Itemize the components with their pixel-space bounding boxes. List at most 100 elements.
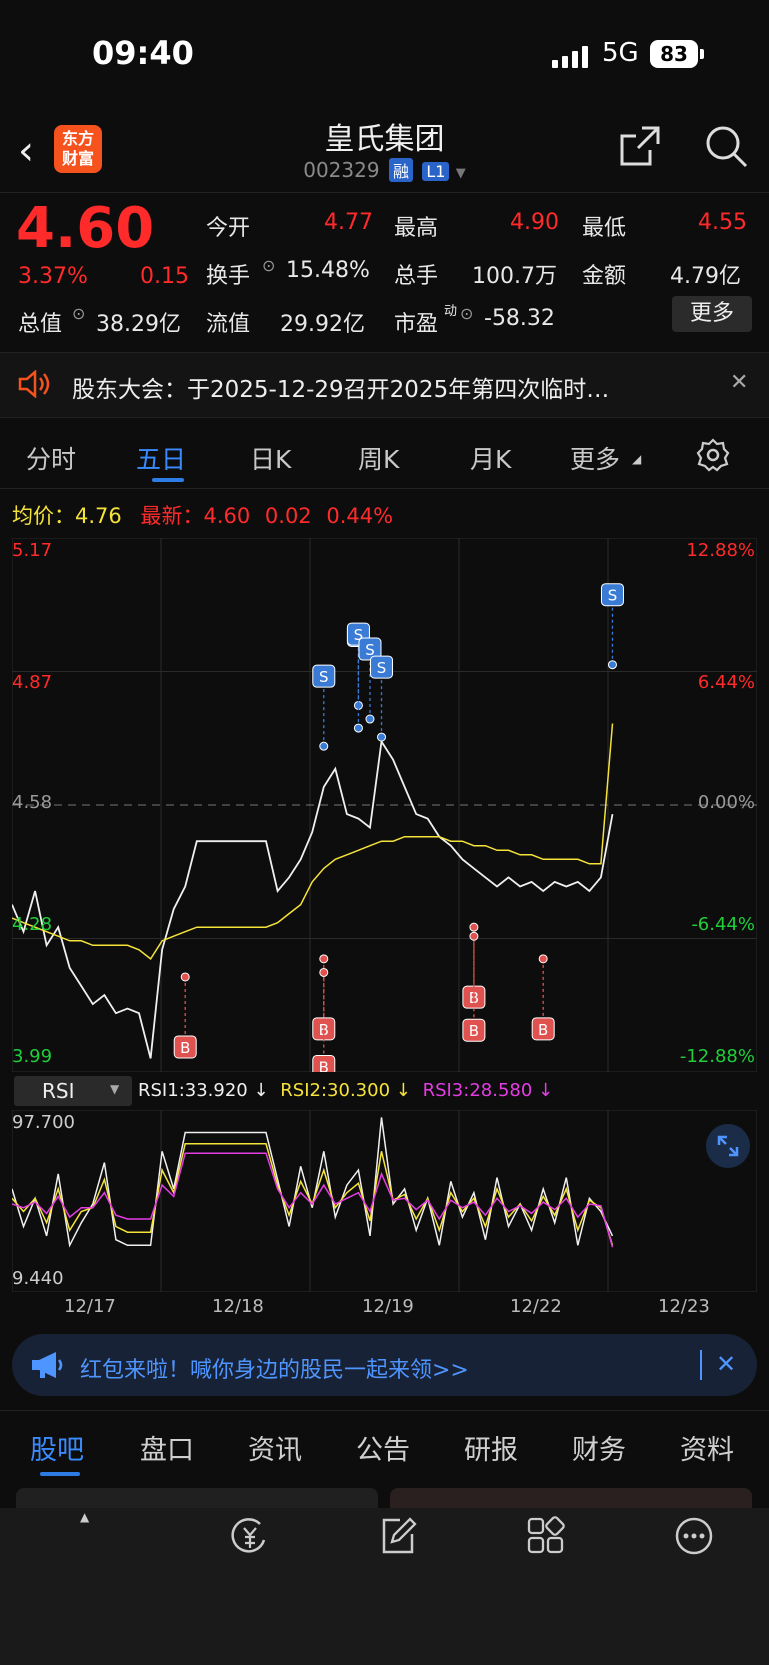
tab-finance[interactable]: 财务 xyxy=(572,1428,626,1467)
signal-dot xyxy=(365,714,375,724)
signal-dot xyxy=(180,972,190,982)
more-icon[interactable] xyxy=(674,1516,714,1556)
pe-sup: 动 xyxy=(444,304,458,319)
y-axis-pct-bottom: -12.88% xyxy=(679,1046,755,1067)
low-value: 4.55 xyxy=(698,210,747,235)
active-tab-indicator xyxy=(40,1472,80,1476)
marker-label: S xyxy=(319,668,329,686)
rsi-values: RSI1:33.920 ↓ RSI2:30.300 ↓ RSI3:28.580 … xyxy=(138,1080,553,1101)
battery-icon: 83 xyxy=(650,40,698,68)
settings-icon[interactable] xyxy=(696,438,730,472)
content-card[interactable] xyxy=(390,1488,752,1508)
info-icon[interactable]: ⊙ xyxy=(72,304,85,323)
marker-label: B xyxy=(319,1021,329,1039)
volume-value: 100.7万 xyxy=(472,264,557,289)
trade-icon[interactable] xyxy=(228,1516,272,1556)
marker-label: S xyxy=(377,659,387,677)
amount-value: 4.79亿 xyxy=(670,264,741,289)
tab-five-day[interactable]: 五日 xyxy=(136,440,186,476)
info-icon[interactable]: ⊙ xyxy=(460,304,473,323)
rsi-chart[interactable] xyxy=(12,1110,757,1292)
signal-dot xyxy=(469,931,479,941)
tab-weekly-k[interactable]: 周K xyxy=(358,440,399,476)
volume-label: 总手 xyxy=(394,264,439,289)
divider xyxy=(0,192,769,193)
signal-dot xyxy=(377,732,387,742)
signal-icon xyxy=(552,46,588,68)
pe-label: 市盈 xyxy=(394,312,439,337)
divider xyxy=(700,1350,702,1380)
change-amount: 0.15 xyxy=(140,264,189,289)
battery-tip xyxy=(700,49,704,59)
marker-label: B xyxy=(469,1022,479,1040)
close-icon[interactable]: ✕ xyxy=(716,1350,736,1378)
y-axis-tick-ref: 4.58 xyxy=(12,792,53,813)
y-axis-tick: 4.87 xyxy=(12,672,53,693)
high-value: 4.90 xyxy=(510,210,559,235)
active-tab-indicator xyxy=(152,478,184,482)
divider xyxy=(0,1410,769,1411)
chevron-down-icon: ▼ xyxy=(455,166,466,181)
tab-guba[interactable]: 股吧 xyxy=(30,1428,84,1467)
expand-icon xyxy=(717,1135,739,1157)
signal-dot xyxy=(319,954,329,964)
float-cap-label: 流值 xyxy=(206,312,251,337)
pe-value: -58.32 xyxy=(484,306,555,331)
tab-intraday[interactable]: 分时 xyxy=(26,440,76,476)
x-axis-date: 12/23 xyxy=(658,1296,710,1317)
signal-dot xyxy=(353,723,363,733)
marker-label: B xyxy=(180,1039,190,1057)
total-cap-label: 总值 xyxy=(18,312,63,337)
average-price-line xyxy=(12,723,614,961)
caret-up-icon[interactable]: ▲ xyxy=(80,1510,89,1524)
avg-value: 4.76 xyxy=(75,504,122,528)
y-axis-pct-ref: 0.00% xyxy=(697,792,755,813)
signal-dot xyxy=(319,741,329,751)
y-axis-pct-top: 12.88% xyxy=(686,540,755,561)
search-icon[interactable] xyxy=(704,124,748,168)
rsi-tick-top: 97.700 xyxy=(12,1112,75,1133)
tab-more[interactable]: 更多 xyxy=(570,440,620,476)
more-button[interactable]: 更多 xyxy=(672,296,752,332)
share-icon[interactable] xyxy=(618,124,662,168)
latest-change: 0.02 xyxy=(264,504,312,528)
rsi3-value: RSI3:28.580 ↓ xyxy=(422,1080,554,1101)
level-tag: L1 xyxy=(422,162,450,181)
divider xyxy=(0,488,769,489)
signal-dot xyxy=(607,660,617,670)
rsi2-value: RSI2:30.300 ↓ xyxy=(280,1080,411,1101)
close-icon[interactable]: ✕ xyxy=(730,370,748,395)
open-label: 今开 xyxy=(206,216,251,241)
rsi1-value: RSI1:33.920 ↓ xyxy=(138,1080,269,1101)
signal-dot xyxy=(538,954,548,964)
latest-percent: 0.44% xyxy=(326,504,394,528)
signal-dot xyxy=(469,922,479,932)
compose-icon[interactable] xyxy=(378,1516,418,1556)
indicator-select[interactable]: RSI ▼ xyxy=(14,1076,132,1106)
info-icon[interactable]: ⊙ xyxy=(262,256,275,275)
tab-daily-k[interactable]: 日K xyxy=(250,440,291,476)
expand-button[interactable] xyxy=(706,1124,750,1168)
content-card[interactable] xyxy=(16,1488,378,1508)
tab-pankou[interactable]: 盘口 xyxy=(140,1428,194,1467)
price-header: 均价：4.76 最新：4.60 0.02 0.44% xyxy=(12,500,393,530)
y-axis-tick-bottom: 3.99 xyxy=(12,1046,53,1067)
avg-label: 均价： xyxy=(12,504,75,528)
tab-profile[interactable]: 资料 xyxy=(680,1428,734,1467)
notice-text: 股东大会：于2025-12-29召开2025年第四次临时… xyxy=(72,377,610,403)
x-axis-date: 12/19 xyxy=(362,1296,414,1317)
grid-icon[interactable] xyxy=(526,1516,566,1556)
price-line xyxy=(12,739,614,1059)
tab-news[interactable]: 资讯 xyxy=(248,1428,302,1467)
caret-icon: ◢ xyxy=(632,452,642,466)
y-axis-tick-top: 5.17 xyxy=(12,540,53,561)
tab-research[interactable]: 研报 xyxy=(464,1428,518,1467)
y-axis-tick: 4.28 xyxy=(12,914,53,935)
network-type: 5G xyxy=(602,38,639,68)
price-chart[interactable]: SSSSSSBBBBBB xyxy=(12,538,757,1072)
marker-label: B xyxy=(319,1058,329,1072)
tab-announcement[interactable]: 公告 xyxy=(356,1428,410,1467)
status-time: 09:40 xyxy=(92,34,194,72)
marker-label: S xyxy=(608,587,618,605)
tab-monthly-k[interactable]: 月K xyxy=(470,440,511,476)
